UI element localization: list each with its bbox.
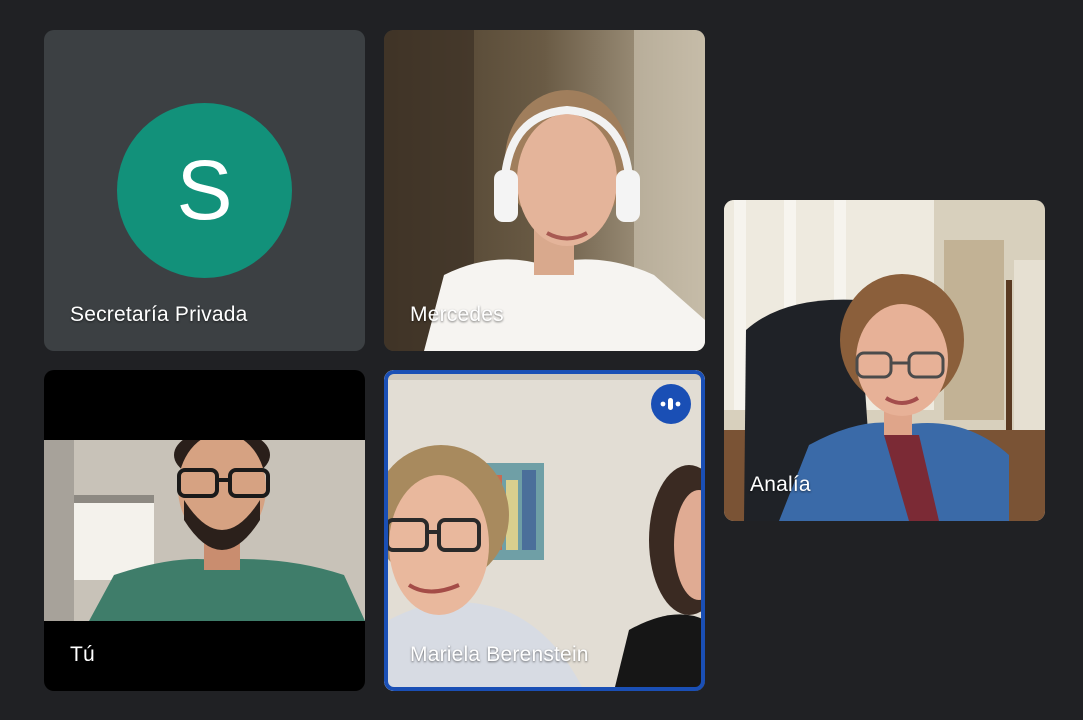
participant-tile-analia[interactable]: Analía xyxy=(724,200,1045,521)
participant-tile-self[interactable]: Tú xyxy=(44,370,365,691)
avatar-letter: S xyxy=(176,143,233,237)
meeting-grid: S Secretaría Privada Mercedes Analía Tú … xyxy=(0,0,1083,720)
participant-tile-mercedes[interactable]: Mercedes xyxy=(384,30,705,351)
audio-level-icon xyxy=(651,384,691,424)
participant-name: Secretaría Privada xyxy=(70,303,248,326)
participant-video xyxy=(44,440,365,621)
participant-name: Mariela Berenstein xyxy=(410,643,589,666)
participant-name: Analía xyxy=(750,473,811,496)
participant-name: Mercedes xyxy=(410,303,504,326)
participant-name: Tú xyxy=(70,643,95,666)
participant-tile-secretaria-privada[interactable]: S Secretaría Privada xyxy=(44,30,365,351)
participant-tile-mariela-berenstein[interactable]: Mariela Berenstein xyxy=(384,370,705,691)
participant-avatar: S xyxy=(117,103,292,278)
